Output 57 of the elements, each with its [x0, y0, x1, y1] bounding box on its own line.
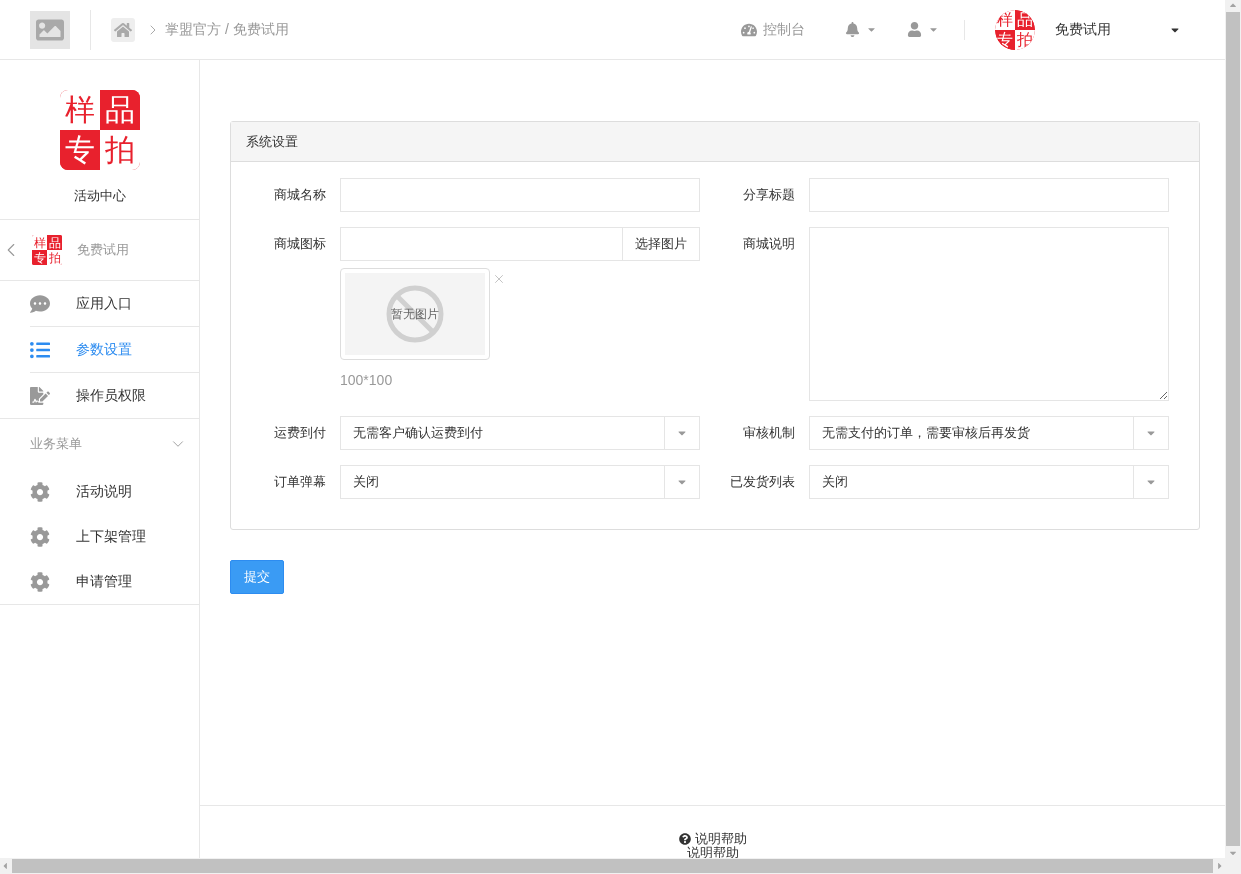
field-label: 商城图标 [273, 235, 326, 253]
field-label: 已发货列表 [729, 473, 795, 491]
gauge-icon [741, 21, 757, 38]
field-label: 审核机制 [742, 424, 795, 442]
sidebar-title: 活动中心 [73, 187, 126, 205]
chat-icon [30, 293, 50, 314]
field-label: 分享标题 [742, 186, 795, 204]
no-image-text: 暂无图片 [391, 305, 439, 323]
input-field[interactable] [340, 227, 623, 261]
notifications-menu[interactable] [845, 22, 877, 37]
panel-title: 系统设置 [231, 122, 1199, 162]
app-name: 免费试用 [77, 241, 129, 259]
sidebar-item[interactable]: 应用入口 [30, 281, 199, 327]
scrollbar[interactable] [1225, 0, 1241, 858]
select-field[interactable]: 无需客户确认运费到付 [340, 416, 700, 450]
logo-text: 专 [32, 250, 47, 265]
field-label: 运费到付 [273, 424, 326, 442]
document-icon [30, 385, 50, 406]
sidebar-item[interactable]: 操作员权限 [30, 373, 199, 418]
gear-icon [30, 526, 50, 547]
field-label: 商城名称 [273, 186, 326, 204]
logo-text: 样 [32, 235, 47, 250]
logo-text: 拍 [47, 250, 62, 265]
select-field[interactable]: 关闭 [340, 465, 700, 499]
select-field[interactable]: 关闭 [809, 465, 1169, 499]
help-text: 说明帮助 [686, 846, 739, 859]
account-name[interactable]: 免费试用 [1055, 20, 1169, 39]
user-menu[interactable] [907, 22, 939, 37]
field-label: 订单弹幕 [273, 473, 326, 491]
help-link[interactable]: 说明帮助 [678, 831, 747, 846]
gear-icon [30, 481, 50, 502]
no-image-icon [385, 284, 445, 344]
logo-text: 样 [59, 90, 100, 130]
user-icon [907, 22, 922, 37]
size-hint: 100*100 [340, 372, 394, 388]
gear-icon [30, 571, 50, 592]
sidebar-item[interactable]: 活动说明 [30, 469, 199, 514]
image-placeholder-icon [30, 10, 70, 49]
list-icon [30, 339, 50, 360]
sidebar-item[interactable]: 上下架管理 [30, 514, 199, 559]
field-label: 商城说明 [742, 235, 795, 253]
help-icon [678, 832, 691, 845]
input-field[interactable] [340, 178, 700, 212]
logo-text: 专 [995, 29, 1015, 50]
breadcrumb: 掌盟官方 / 免费试用 [165, 20, 289, 39]
choose-image-button[interactable]: 选择图片 [623, 227, 700, 261]
section-title: 业务菜单 [30, 435, 82, 453]
home-icon[interactable] [111, 17, 135, 42]
input-field[interactable] [809, 178, 1169, 212]
sidebar-item[interactable]: 参数设置 [30, 327, 199, 373]
close-icon[interactable] [492, 272, 506, 286]
logo-text: 拍 [99, 130, 140, 170]
bell-icon [845, 22, 860, 37]
logo-text: 品 [47, 235, 62, 250]
horizontal-scrollbar[interactable] [0, 858, 1241, 874]
select-field[interactable]: 无需支付的订单，需要审核后再发货 [809, 416, 1169, 450]
sidebar-item[interactable]: 申请管理 [30, 559, 199, 604]
